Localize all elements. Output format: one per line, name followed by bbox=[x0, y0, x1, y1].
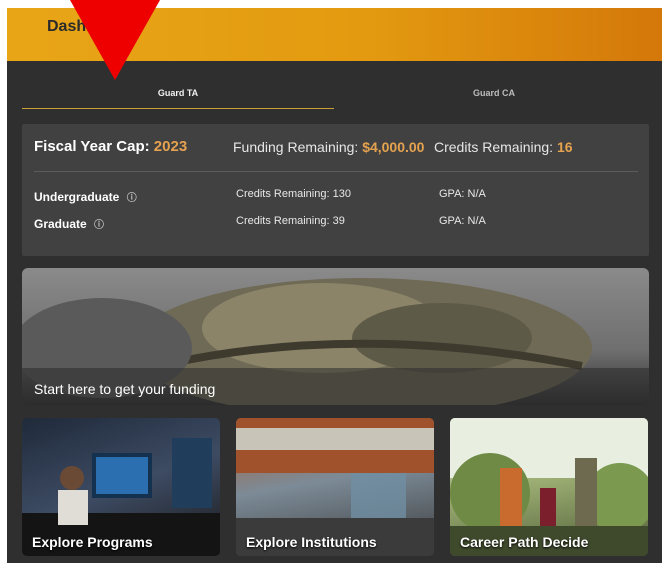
career-path-label: Career Path Decide bbox=[460, 534, 589, 550]
credits-remaining: Credits Remaining: 16 bbox=[434, 139, 573, 155]
graduate-gpa: GPA: N/A bbox=[439, 215, 486, 227]
graduate-label: Graduate ⓘ bbox=[34, 216, 104, 231]
fiscal-year-label: Fiscal Year Cap: bbox=[34, 138, 150, 155]
undergraduate-text: Undergraduate bbox=[34, 190, 120, 204]
info-icon[interactable]: ⓘ bbox=[127, 193, 137, 204]
explore-institutions-label: Explore Institutions bbox=[246, 534, 377, 550]
graduate-text: Graduate bbox=[34, 217, 87, 231]
career-path-card[interactable]: Career Path Decide bbox=[450, 418, 648, 556]
undergraduate-gpa: GPA: N/A bbox=[439, 188, 486, 200]
explore-institutions-card[interactable]: Explore Institutions bbox=[236, 418, 434, 556]
red-arrow-annotation bbox=[70, 0, 160, 80]
explore-programs-card[interactable]: Explore Programs bbox=[22, 418, 220, 556]
info-icon[interactable]: ⓘ bbox=[94, 220, 104, 231]
funding-hero-banner[interactable]: Start here to get your funding bbox=[22, 268, 649, 405]
tab-guard-ta[interactable]: Guard TA bbox=[22, 86, 334, 109]
graduate-credits: Credits Remaining: 39 bbox=[236, 215, 345, 227]
undergraduate-credits: Credits Remaining: 130 bbox=[236, 188, 351, 200]
dashboard-frame: Dashb Guard TA Guard CA Fiscal Year Cap:… bbox=[7, 8, 662, 563]
funding-remaining-label: Funding Remaining: bbox=[233, 139, 359, 155]
funding-remaining-value: $4,000.00 bbox=[362, 139, 425, 155]
tab-bar: Guard TA Guard CA bbox=[22, 86, 650, 109]
summary-divider bbox=[34, 171, 638, 172]
fiscal-year-cap: Fiscal Year Cap: 2023 bbox=[34, 138, 187, 155]
funding-summary-panel: Fiscal Year Cap: 2023 Funding Remaining:… bbox=[22, 124, 649, 256]
undergraduate-label: Undergraduate ⓘ bbox=[34, 189, 137, 204]
explore-programs-label: Explore Programs bbox=[32, 534, 153, 550]
credits-remaining-value: 16 bbox=[556, 139, 573, 155]
hero-caption: Start here to get your funding bbox=[34, 381, 216, 397]
funding-remaining: Funding Remaining: $4,000.00 bbox=[233, 139, 424, 155]
tab-guard-ca[interactable]: Guard CA bbox=[338, 86, 650, 108]
credits-remaining-label: Credits Remaining: bbox=[434, 139, 554, 155]
fiscal-year-value: 2023 bbox=[153, 138, 188, 155]
